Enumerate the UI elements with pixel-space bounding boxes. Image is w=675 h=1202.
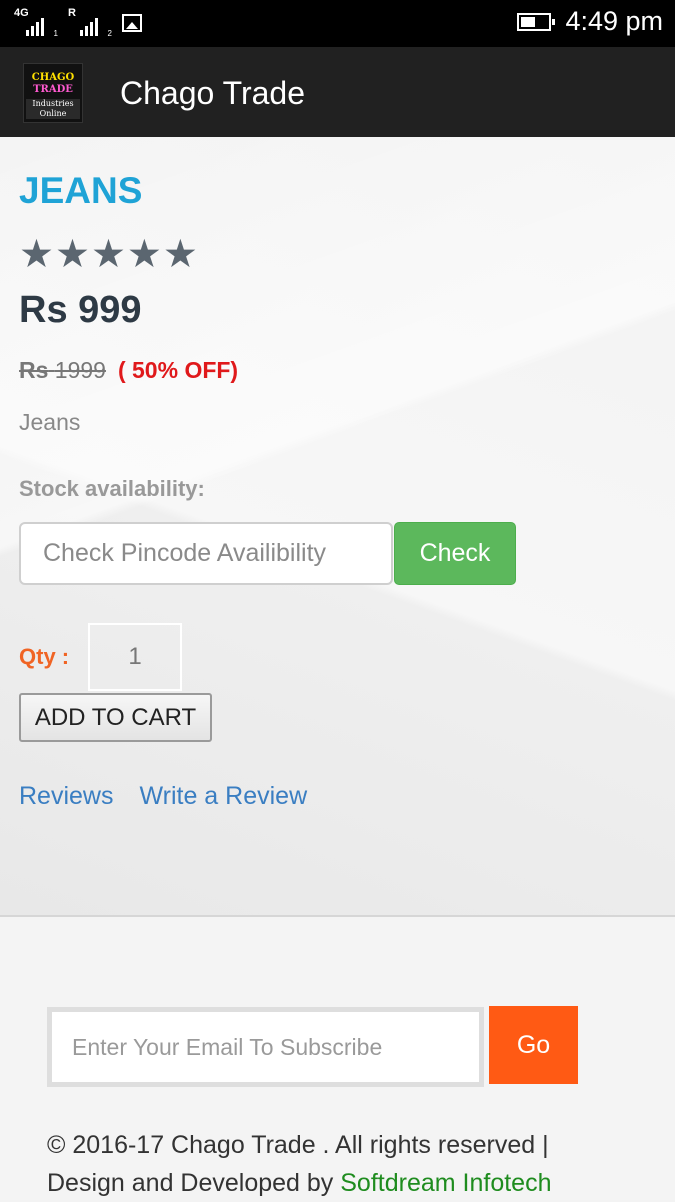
check-button[interactable]: Check: [394, 522, 516, 585]
credits-prefix: Design and Developed by: [47, 1169, 341, 1197]
battery-icon: [517, 12, 556, 31]
star-icon: ★: [90, 233, 126, 276]
review-links: Reviews Write a Review: [19, 782, 307, 811]
old-price-currency: Rs: [19, 357, 49, 383]
stock-availability-label: Stock availability:: [19, 476, 205, 501]
subscribe-email-input[interactable]: [52, 1012, 479, 1082]
discount-badge: ( 50% OFF): [117, 357, 239, 383]
star-icon: ★: [162, 233, 198, 276]
quantity-input[interactable]: [88, 623, 182, 691]
image-icon: [122, 14, 142, 32]
write-review-link[interactable]: Write a Review: [139, 782, 307, 811]
product-title: JEANS: [19, 170, 143, 211]
logo-text-industries: Industries Online: [26, 99, 80, 119]
star-icon: ★: [19, 233, 54, 276]
qty-label: Qty :: [19, 644, 70, 669]
roaming-label: R: [68, 7, 76, 19]
app-title: Chago Trade: [120, 75, 306, 111]
subscribe-go-button[interactable]: Go: [489, 1006, 578, 1084]
copyright-line: © 2016-17 Chago Trade . All rights reser…: [47, 1131, 549, 1159]
signal-icon: R 2: [68, 7, 112, 39]
signal-icon: 4G 1: [14, 7, 58, 39]
copyright-text: © 2016-17 Chago Trade . All rights reser…: [47, 1126, 667, 1202]
reviews-link[interactable]: Reviews: [19, 782, 113, 811]
clock: 4:49 pm: [565, 6, 663, 36]
rating-stars: ★ ★ ★ ★ ★: [19, 233, 198, 277]
star-icon: ★: [126, 233, 162, 276]
old-price-row: Rs 1999 ( 50% OFF): [19, 357, 238, 384]
star-icon: ★: [54, 233, 90, 276]
footer: Go © 2016-17 Chago Trade . All rights re…: [0, 917, 675, 1200]
old-price-value: 1999: [54, 357, 106, 383]
product-price: Rs 999: [19, 289, 142, 331]
add-to-cart-button[interactable]: ADD TO CART: [19, 693, 212, 742]
status-bar-left: 4G 1 R 2: [14, 8, 142, 38]
product-detail: JEANS ★ ★ ★ ★ ★ Rs 999 Rs 1999 ( 50% OFF)…: [0, 137, 675, 917]
logo-text-chago: CHAGO: [31, 72, 75, 83]
product-description: Jeans: [19, 409, 81, 435]
app-logo[interactable]: CHAGO TRADE Industries Online ▪▪▪▪▪▪▪▪▪▪: [23, 63, 83, 123]
pincode-input[interactable]: [19, 522, 393, 585]
app-bar: CHAGO TRADE Industries Online ▪▪▪▪▪▪▪▪▪▪…: [0, 47, 675, 137]
developer-link[interactable]: Softdream Infotech: [340, 1169, 551, 1197]
credits-line: Design and Developed by Softdream Infote…: [47, 1164, 667, 1202]
logo-text-trade: TRADE: [33, 84, 73, 95]
status-bar: 4G 1 R 2 4:49 pm: [0, 0, 675, 47]
old-price: Rs 1999: [19, 357, 106, 383]
status-bar-right: 4:49 pm: [517, 6, 663, 37]
subscribe-field-wrapper: [47, 1007, 484, 1087]
